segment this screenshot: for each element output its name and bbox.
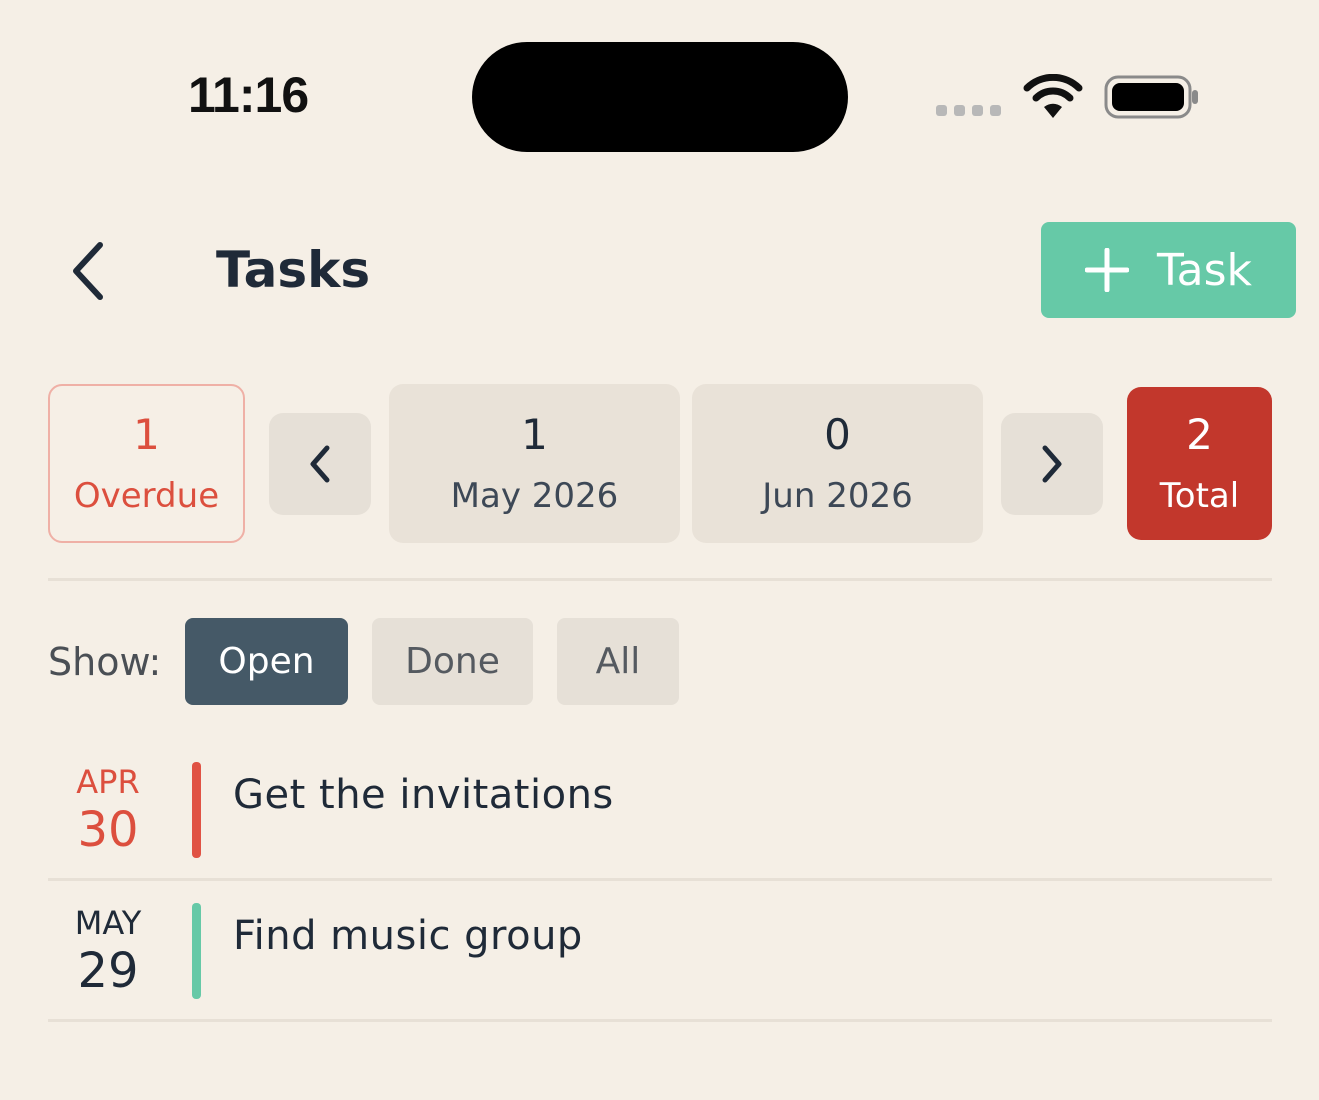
filter-all-button[interactable]: All bbox=[557, 618, 679, 705]
add-task-button[interactable]: Task bbox=[1041, 222, 1296, 318]
overdue-summary-card[interactable]: 1 Overdue bbox=[48, 384, 245, 543]
total-summary-card[interactable]: 2 Total bbox=[1127, 387, 1272, 540]
chevron-left-icon bbox=[73, 242, 103, 300]
task-row[interactable]: APR 30 Get the invitations bbox=[48, 762, 1272, 882]
task-row[interactable]: MAY 29 Find music group bbox=[48, 903, 1272, 1023]
month-label: May 2026 bbox=[450, 475, 619, 516]
total-label: Total bbox=[1159, 475, 1240, 516]
month-count: 0 bbox=[824, 409, 851, 459]
plus-icon bbox=[1085, 248, 1130, 292]
task-date: MAY 29 bbox=[48, 903, 168, 999]
divider bbox=[48, 878, 1272, 881]
task-month: APR bbox=[76, 763, 140, 801]
filter-open-button[interactable]: Open bbox=[185, 618, 348, 705]
dynamic-island bbox=[472, 42, 848, 152]
task-status-bar bbox=[192, 903, 201, 999]
filter-label: Show: bbox=[48, 640, 162, 684]
task-date: APR 30 bbox=[48, 762, 168, 858]
cellular-signal-icon bbox=[936, 105, 1001, 116]
total-count: 2 bbox=[1186, 409, 1213, 459]
month-card-jun-2026[interactable]: 0 Jun 2026 bbox=[692, 384, 983, 543]
overdue-label: Overdue bbox=[73, 475, 220, 516]
chevron-right-icon bbox=[1042, 445, 1062, 483]
next-month-button[interactable] bbox=[1001, 413, 1103, 515]
chevron-left-icon bbox=[310, 445, 330, 483]
month-card-may-2026[interactable]: 1 May 2026 bbox=[389, 384, 680, 543]
previous-month-button[interactable] bbox=[269, 413, 371, 515]
task-day: 30 bbox=[77, 802, 139, 858]
task-status-bar bbox=[192, 762, 201, 858]
task-month: MAY bbox=[74, 904, 142, 942]
status-time: 11:16 bbox=[188, 67, 309, 123]
battery-icon bbox=[1104, 75, 1198, 119]
month-label: Jun 2026 bbox=[762, 475, 913, 516]
month-count: 1 bbox=[521, 409, 548, 459]
task-day: 29 bbox=[77, 943, 139, 999]
filter-done-button[interactable]: Done bbox=[372, 618, 533, 705]
wifi-icon bbox=[1023, 74, 1083, 118]
divider bbox=[48, 578, 1272, 581]
task-title: Find music group bbox=[233, 913, 583, 959]
overdue-count: 1 bbox=[133, 409, 160, 459]
divider bbox=[48, 1019, 1272, 1022]
add-task-label: Task bbox=[1157, 244, 1252, 296]
back-button[interactable] bbox=[60, 238, 116, 304]
task-title: Get the invitations bbox=[233, 772, 614, 818]
page-title: Tasks bbox=[216, 241, 371, 299]
